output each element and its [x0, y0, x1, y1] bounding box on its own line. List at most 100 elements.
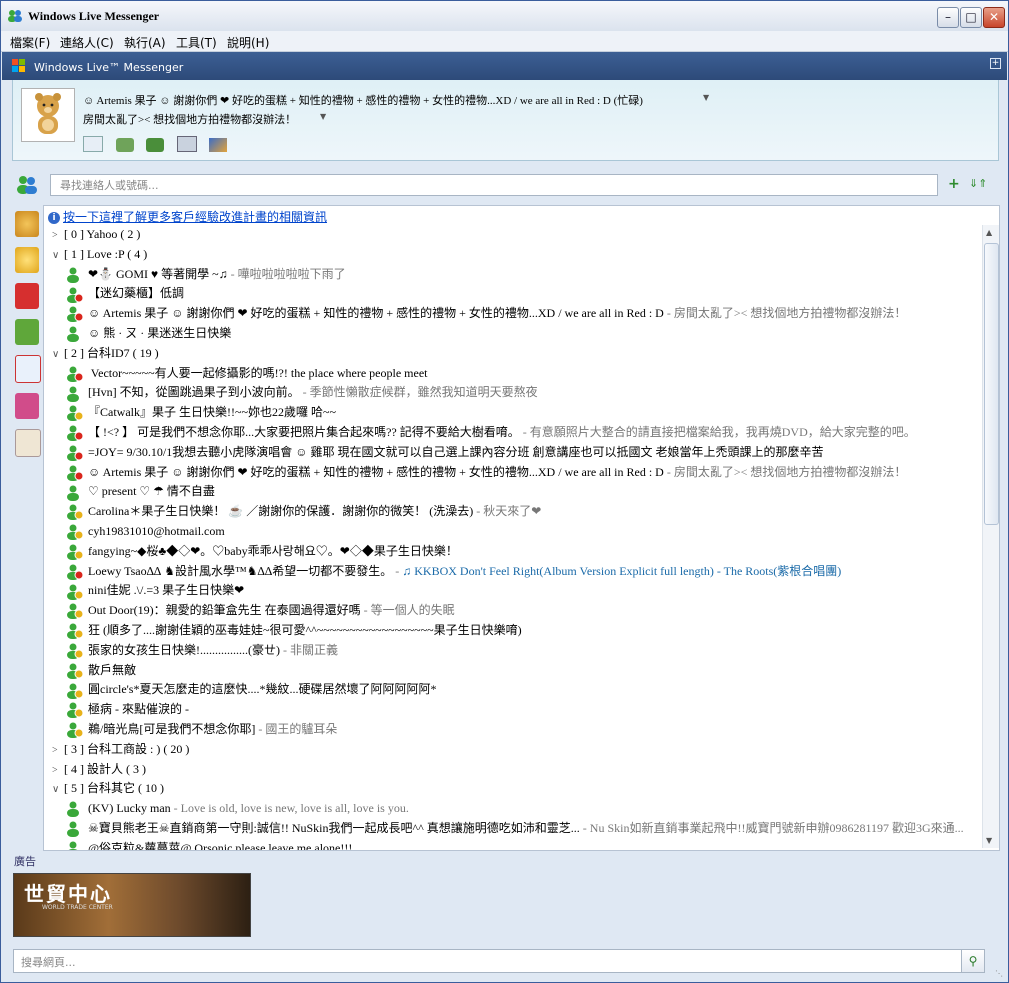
contact-name: 鵜/暗光鳥[可是我們不想念你耶]	[88, 721, 256, 736]
chevron-down-icon[interactable]: ∨	[52, 246, 64, 265]
contact-row[interactable]: [Hvn] 不知，從圖跳過果子到小波向前。 - 季節性懶散症候群，雖然我知道明天…	[44, 383, 982, 403]
group-header[interactable]: >[ 4 ] 設計人 ( 3 )	[44, 760, 982, 780]
menu-help[interactable]: 說明(H)	[227, 34, 269, 51]
contact-row[interactable]: ☺ Artemis 果子 ☺ 謝謝你們 ❤ 好吃的蛋糕 + 知性的禮物 + 感性…	[44, 304, 982, 324]
messenger-app-icon	[8, 10, 22, 22]
contact-row[interactable]: 【 !<? 】 可是我們不想念你耶...大家要把照片集合起來嗎?? 記得不要給大…	[44, 423, 982, 443]
ad-banner-title: 世貿中心	[24, 882, 112, 906]
contact-row[interactable]: Loewy Tsao∆∆ ♞設計風水學™♞∆∆希望一切都不要發生。 - ♫ KK…	[44, 562, 982, 582]
contact-name: cyh19831010@hotmail.com	[88, 523, 225, 538]
search-contacts-input[interactable]: 尋找連絡人或號碼...	[50, 174, 938, 196]
news-icon[interactable]	[176, 136, 197, 152]
contact-name: ☺ Artemis 果子 ☺ 謝謝你們 ❤ 好吃的蛋糕 + 知性的禮物 + 感性…	[88, 306, 664, 321]
contact-row[interactable]: 圓circle's*夏天怎麼走的這麼快....*幾紋...硬碟居然壞了阿阿阿阿阿…	[44, 680, 982, 700]
menu-actions[interactable]: 執行(A)	[124, 34, 166, 51]
contact-row[interactable]: Carolina＊果子生日快樂！ ☕ ／謝謝你的保護．謝謝你的微笑！ (洗澡去)…	[44, 502, 982, 522]
add-contact-icon[interactable]: +	[948, 177, 964, 191]
group-header[interactable]: >[ 3 ] 台科工商設 : ) ( 20 )	[44, 740, 982, 760]
contact-row[interactable]: =JOY= 9/30.10/1我想去聽小虎隊演唱會 ☺ 雞耶 現在國文就可以自己…	[44, 443, 982, 463]
scroll-up-icon[interactable]: ▲	[986, 228, 992, 237]
contact-row[interactable]: (KV) Lucky man - Love is old, love is ne…	[44, 799, 982, 819]
group-header[interactable]: >[ 0 ] Yahoo ( 2 )	[44, 225, 982, 245]
chevron-down-icon[interactable]: ∨	[52, 780, 64, 799]
contact-row[interactable]: ☺ 熊 · ㄡ · 果迷迷生日快樂	[44, 324, 982, 344]
customize-brush-icon[interactable]	[209, 138, 227, 152]
contacts-icon[interactable]	[16, 175, 38, 195]
title-bar[interactable]: Windows Live Messenger – □ ✕	[1, 1, 1008, 32]
compact-view-icon[interactable]: +	[990, 58, 1001, 69]
contact-row[interactable]: nini佳妮 .\/.=3 果子生日快樂❤	[44, 581, 982, 601]
resize-grip-icon[interactable]: ⋱	[995, 969, 1005, 979]
sort-contacts-icon[interactable]: ⇓⇑	[969, 177, 987, 191]
display-name[interactable]: ☺ Artemis 果子 ☺ 謝謝你們 ❤ 好吃的蛋糕 + 知性的禮物 + 感性…	[83, 92, 643, 108]
contact-name: (KV) Lucky man	[88, 801, 171, 816]
contact-name: ☠寶貝熊老王☠直銷商第一守則:誠信!! NuSkin我們一起成長吧^^ 真想讓施…	[88, 820, 580, 835]
mail-icon[interactable]	[83, 136, 103, 152]
scroll-down-icon[interactable]: ▼	[986, 836, 992, 845]
contact-row[interactable]: ☺ Artemis 果子 ☺ 謝謝你們 ❤ 好吃的蛋糕 + 知性的禮物 + 感性…	[44, 463, 982, 483]
buddy-status-icon	[66, 386, 84, 402]
personal-message[interactable]: 房間太亂了>< 想找個地方拍禮物都沒辦法！	[83, 111, 296, 127]
misc-tab-icon[interactable]	[15, 429, 41, 457]
contact-row[interactable]: 極病 - 來點催淚的 -	[44, 700, 982, 720]
contact-row[interactable]: ❤⛄ GOMI ♥ 等著開學 ~♫ - 嘩啦啦啦啦啦下雨了	[44, 265, 982, 285]
contact-row[interactable]: 散戶無敵	[44, 661, 982, 681]
web-search-input[interactable]: 搜尋網頁...	[21, 954, 76, 970]
search-icon[interactable]: ⚲	[961, 950, 984, 972]
chevron-right-icon[interactable]: >	[52, 761, 64, 780]
contact-row[interactable]: ♡ present ♡ ☂ 情不自盡	[44, 482, 982, 502]
contact-row[interactable]: 鵜/暗光鳥[可是我們不想念你耶] - 國王的驢耳朵	[44, 720, 982, 740]
web-search-box[interactable]: 搜尋網頁... ⚲	[13, 949, 985, 973]
contact-name: 圓circle's*夏天怎麼走的這麼快....*幾紋...硬碟居然壞了阿阿阿阿阿…	[88, 682, 437, 697]
maximize-button[interactable]: □	[960, 7, 982, 28]
scroll-thumb[interactable]	[984, 243, 999, 525]
alerts-bell-icon[interactable]	[15, 211, 39, 237]
contact-row[interactable]: @俗克粒&蘿蔓莖@ Orsonic please leave me alone!…	[44, 839, 982, 851]
contact-name: Out Door(19)：親愛的鉛筆盒先生 在泰國過得還好嗎	[88, 603, 361, 618]
contact-name: @俗克粒&蘿蔓莖@ Orsonic please leave me alone!…	[88, 840, 353, 851]
contact-name: 張家的女孩生日快樂!................(豪ㄝ)	[88, 642, 280, 657]
people-tab-icon[interactable]	[15, 393, 39, 419]
ad-banner[interactable]: 世貿中心 WORLD TRADE CENTER	[13, 873, 251, 937]
contact-personal-message: - 嘩啦啦啦啦啦下雨了	[227, 266, 346, 281]
status-dropdown-icon[interactable]: ▼	[703, 93, 709, 102]
finance-tab-icon[interactable]	[15, 283, 39, 309]
contact-list-scrollbar[interactable]: ▲ ▼	[982, 225, 999, 848]
minimize-button[interactable]: –	[937, 7, 959, 28]
games-tab-icon[interactable]	[15, 319, 39, 345]
chevron-down-icon[interactable]: ∨	[52, 345, 64, 364]
contact-row[interactable]: Vector~~~~~有人要一起修攝影的嗎!?! the place where…	[44, 364, 982, 384]
contact-row[interactable]: ☠寶貝熊老王☠直銷商第一守則:誠信!! NuSkin我們一起成長吧^^ 真想讓施…	[44, 819, 982, 839]
chevron-right-icon[interactable]: >	[52, 741, 64, 760]
contact-row[interactable]: Out Door(19)：親愛的鉛筆盒先生 在泰國過得還好嗎 - 等一個人的失眠	[44, 601, 982, 621]
group-label: [ 4 ] 設計人 ( 3 )	[64, 761, 146, 776]
yahoo-tab-icon[interactable]	[15, 355, 41, 383]
group-header[interactable]: ∨[ 2 ] 台科ID7 ( 19 )	[44, 344, 982, 364]
buddy-status-icon	[66, 643, 84, 659]
contact-personal-message: - 國王的驢耳朵	[255, 721, 338, 736]
spaces-icon[interactable]	[115, 138, 134, 152]
contact-name: fangying~◆桜♣◆◇❤。♡baby乖乖사랑해요♡。❤◇◆果子生日快樂！	[88, 543, 458, 558]
menu-file[interactable]: 檔案(F)	[10, 34, 50, 51]
group-header[interactable]: ∨[ 5 ] 台科其它 ( 10 )	[44, 779, 982, 799]
chevron-right-icon[interactable]: >	[52, 226, 64, 245]
contact-row[interactable]: 【迷幻藥櫃】低調	[44, 284, 982, 304]
contact-name: Loewy Tsao∆∆ ♞設計風水學™♞∆∆希望一切都不要發生。	[88, 563, 393, 578]
buddy-status-icon	[66, 287, 84, 303]
contact-card-icon[interactable]	[146, 138, 164, 152]
menu-contacts[interactable]: 連絡人(C)	[60, 34, 114, 51]
contact-row[interactable]: fangying~◆桜♣◆◇❤。♡baby乖乖사랑해요♡。❤◇◆果子生日快樂！	[44, 542, 982, 562]
contact-row[interactable]: 張家的女孩生日快樂!................(豪ㄝ) - 非關正義	[44, 641, 982, 661]
contact-row[interactable]: 『Catwalk』果子 生日快樂!!~~妳也22歲囉 哈~~	[44, 403, 982, 423]
close-button[interactable]: ✕	[983, 7, 1005, 28]
contact-personal-message: - 房間太亂了>< 想找個地方拍禮物都沒辦法！	[663, 306, 907, 321]
psm-dropdown-icon[interactable]: ▼	[320, 112, 326, 121]
menu-tools[interactable]: 工具(T)	[176, 34, 217, 51]
now-playing-text[interactable]: ♫ KKBOX Don't Feel Right(Album Version E…	[402, 564, 841, 578]
contact-row[interactable]: 狂 (順多了....謝謝佳穎的巫毒娃娃~很可愛^^~~~~~~~~~~~~~~~…	[44, 621, 982, 641]
favorites-star-icon[interactable]	[15, 247, 39, 273]
avatar[interactable]	[21, 88, 75, 142]
contact-row[interactable]: cyh19831010@hotmail.com	[44, 522, 982, 542]
group-header[interactable]: ∨[ 1 ] Love :P ( 4 )	[44, 245, 982, 265]
ceip-info-link[interactable]: i 按一下這裡了解更多客戶經驗改進計畫的相關資訊	[48, 208, 327, 225]
